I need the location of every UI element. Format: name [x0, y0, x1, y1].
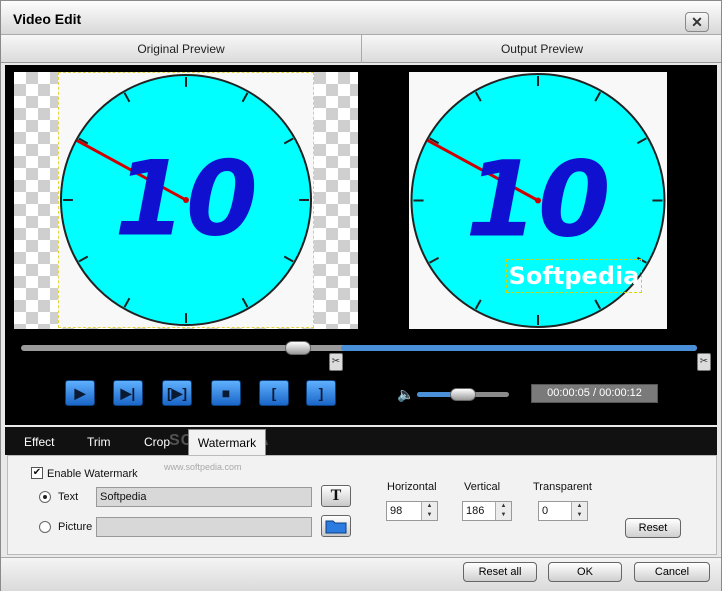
- tab-watermark[interactable]: Watermark: [188, 429, 266, 455]
- time-display: 00:00:05 / 00:00:12: [531, 384, 658, 403]
- enable-watermark-checkbox[interactable]: ✔: [31, 467, 43, 479]
- tab-strip: [5, 427, 717, 455]
- watermark-overlay[interactable]: Softpedia: [506, 259, 642, 293]
- transparent-spin-arrows-icon[interactable]: ▲ ▼: [571, 502, 587, 520]
- close-button[interactable]: ✕: [685, 12, 709, 32]
- preview-headers: Original Preview Output Preview: [1, 35, 721, 63]
- vertical-value: 186: [466, 505, 485, 517]
- output-preview: 10 Softpedia: [367, 72, 710, 329]
- ok-button[interactable]: OK: [548, 562, 622, 582]
- set-end-button[interactable]: ]: [306, 380, 336, 406]
- watermark-text-field[interactable]: Softpedia: [96, 487, 312, 507]
- text-format-icon: T: [330, 487, 342, 504]
- window-title: Video Edit: [13, 11, 82, 27]
- stop-button[interactable]: ■: [211, 380, 241, 406]
- vertical-label: Vertical: [464, 481, 501, 493]
- reset-all-button[interactable]: Reset all: [463, 562, 537, 582]
- text-radio-label: Text: [58, 491, 79, 503]
- play-icon: ▶: [74, 385, 86, 401]
- tab-trim[interactable]: Trim: [87, 435, 111, 449]
- title-bar: Video Edit ✕: [1, 1, 721, 35]
- cancel-button[interactable]: Cancel: [634, 562, 710, 582]
- output-preview-label: Output Preview: [500, 42, 584, 56]
- seek-slider-thumb[interactable]: [285, 341, 311, 355]
- next-frame-button[interactable]: ▶|: [113, 380, 143, 406]
- output-frame: 10 Softpedia: [409, 72, 667, 329]
- horizontal-label: Horizontal: [387, 481, 437, 493]
- bracket-left-icon: [: [271, 385, 277, 401]
- folder-icon: [325, 520, 347, 534]
- clock-image: 10: [59, 73, 313, 327]
- original-preview: 10: [14, 72, 358, 329]
- transparent-spinbox[interactable]: 0 ▲ ▼: [538, 501, 588, 521]
- video-edit-window: Video Edit ✕ Original Preview Output Pre…: [0, 0, 722, 591]
- transparent-label: Transparent: [533, 481, 592, 493]
- volume-icon[interactable]: 🔈: [397, 386, 414, 403]
- original-preview-label: Original Preview: [137, 42, 225, 56]
- trim-range: [341, 345, 697, 351]
- picture-radio-label: Picture: [58, 521, 93, 533]
- stop-icon: ■: [221, 385, 231, 401]
- play-button[interactable]: ▶: [65, 380, 95, 406]
- softpedia-url: www.softpedia.com: [164, 462, 242, 472]
- volume-slider-thumb[interactable]: [450, 388, 476, 401]
- picture-radio[interactable]: [39, 521, 51, 533]
- text-style-button[interactable]: T: [321, 485, 351, 507]
- text-radio[interactable]: [39, 491, 51, 503]
- tab-crop[interactable]: Crop: [144, 435, 170, 449]
- transparent-value: 0: [542, 505, 549, 517]
- frame-button[interactable]: [▶]: [162, 380, 192, 406]
- trim-end-scissor-icon[interactable]: ✂: [697, 353, 711, 371]
- horizontal-value: 98: [390, 505, 403, 517]
- enable-watermark-label: Enable Watermark: [47, 468, 138, 480]
- original-frame: 10: [58, 72, 314, 328]
- tab-effect[interactable]: Effect: [24, 435, 54, 449]
- watermark-picture-field[interactable]: [96, 517, 312, 537]
- reset-button[interactable]: Reset: [625, 518, 681, 538]
- step-forward-icon: ▶|: [120, 385, 136, 401]
- horizontal-spin-arrows-icon[interactable]: ▲ ▼: [421, 502, 437, 520]
- set-start-button[interactable]: [: [259, 380, 289, 406]
- browse-picture-button[interactable]: [321, 515, 351, 537]
- trim-start-scissor-icon[interactable]: ✂: [329, 353, 343, 371]
- horizontal-spinbox[interactable]: 98 ▲ ▼: [386, 501, 438, 521]
- vertical-spinbox[interactable]: 186 ▲ ▼: [462, 501, 512, 521]
- frame-step-icon: [▶]: [166, 385, 188, 401]
- vertical-spin-arrows-icon[interactable]: ▲ ▼: [495, 502, 511, 520]
- clock-number-output: 10: [465, 139, 610, 261]
- bracket-right-icon: ]: [318, 385, 324, 401]
- clock-number: 10: [114, 140, 258, 260]
